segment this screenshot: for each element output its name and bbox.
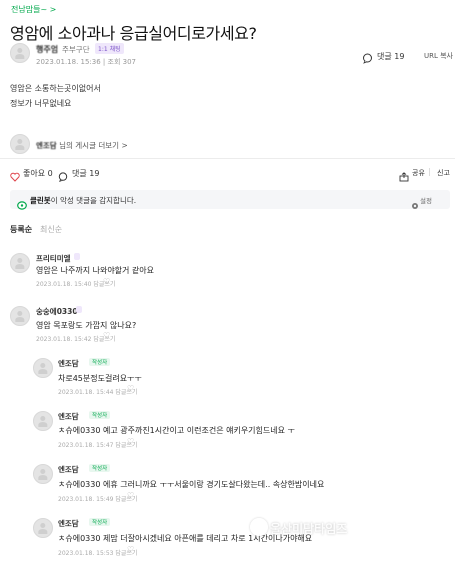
heart-icon xyxy=(10,172,20,182)
commenter-avatar[interactable] xyxy=(33,411,53,431)
cleanbot-label: 클린봇 xyxy=(30,196,51,205)
commenter-name[interactable]: 엔조담 xyxy=(58,518,79,529)
cleanbot-icon xyxy=(17,195,27,214)
commenter-name[interactable]: 숭숭에0330 xyxy=(36,306,78,317)
cleanbot-text: 클린봇이 악성 댓글을 감지합니다. xyxy=(30,195,136,206)
commenter-avatar[interactable] xyxy=(10,253,30,273)
author-tag: 작성자 xyxy=(89,464,111,472)
chat-button[interactable]: 1:1 채팅 xyxy=(95,43,124,54)
comment-like-heart-icon[interactable]: ♡ xyxy=(127,384,134,393)
comment-like-heart-icon[interactable]: ♡ xyxy=(103,331,110,340)
level-badge xyxy=(74,253,80,260)
author-tag: 작성자 xyxy=(89,411,111,419)
comment-text: 영암 목포랑도 가깝지 않나요? xyxy=(36,321,137,330)
comments-label[interactable]: 댓글 19 xyxy=(72,168,99,179)
commenter-name[interactable]: 엔조담 xyxy=(58,358,79,369)
sort-latest[interactable]: 최신순 xyxy=(40,224,62,235)
report-button[interactable]: 신고 xyxy=(437,168,450,178)
author-tag: 작성자 xyxy=(89,358,111,366)
url-copy-button[interactable]: URL 복사 xyxy=(424,51,453,61)
commenter-avatar[interactable] xyxy=(33,358,53,378)
comment-text: ㅊ슈에0330 에휴 그러니까요 ㅜㅜ서울이랑 경기도살다왔는데.. 속상한밤이… xyxy=(58,480,325,489)
sort-registered[interactable]: 등록순 xyxy=(10,224,32,235)
speech-bubble-icon xyxy=(58,172,68,183)
watermark-logo xyxy=(250,518,268,536)
comment-count-label[interactable]: 댓글 19 xyxy=(377,51,404,62)
commenter-avatar[interactable] xyxy=(33,464,53,484)
cleanbot-settings-button[interactable]: 설정 xyxy=(420,195,432,205)
comment-like-heart-icon[interactable]: ♡ xyxy=(127,437,134,446)
comment-like-heart-icon[interactable]: ♡ xyxy=(103,277,110,286)
divider xyxy=(0,158,455,159)
comment-text: 차로45분정도걸려요ㅜㅜ xyxy=(58,374,142,383)
watermark-text: 울산미담타임즈 xyxy=(270,522,348,536)
post-meta: 2023.01.18. 15:36 | 조회 307 xyxy=(36,58,136,66)
author-tag: 작성자 xyxy=(89,518,111,526)
post-title: 영암에 소아과나 응급실어디로가세요? xyxy=(10,24,257,43)
like-label[interactable]: 좋아요 0 xyxy=(23,168,53,179)
comment-like-heart-icon[interactable]: ♡ xyxy=(127,545,134,554)
commenter-name[interactable]: 엔조담 xyxy=(58,464,79,475)
post-body-line: 정보가 너무없네요 xyxy=(10,99,72,108)
gear-icon[interactable] xyxy=(411,195,419,214)
commenter-avatar[interactable] xyxy=(10,306,30,326)
breadcrumb[interactable]: 전남맘들~ > xyxy=(11,4,56,15)
commenter-name[interactable]: 엔조담 xyxy=(58,411,79,422)
more-posts-link[interactable]: 엔조담 님의 게시글 더보기 > xyxy=(36,140,128,151)
like-button[interactable] xyxy=(10,167,20,186)
comment-date: 2023.01.18. 15:53 답글쓰기 xyxy=(58,550,138,557)
comment-text: 영암은 나주까지 나와야할거 같아요 xyxy=(36,266,155,275)
comment-count-top[interactable] xyxy=(362,49,373,68)
author-grade: 주부구단 xyxy=(62,45,90,54)
level-badge xyxy=(76,306,82,313)
more-posts-suffix: 님의 게시글 더보기 > xyxy=(59,141,128,150)
cleanbot-description: 이 악성 댓글을 감지합니다. xyxy=(50,196,137,205)
author-name[interactable]: 행주엄 xyxy=(36,44,58,55)
comment-date: 2023.01.18. 15:47 답글쓰기 xyxy=(58,442,138,449)
comment-date: 2023.01.18. 15:49 답글쓰기 xyxy=(58,496,138,503)
commenter-name[interactable]: 프리티미엘 xyxy=(36,253,71,264)
more-posts-avatar[interactable] xyxy=(10,134,30,154)
share-icon[interactable] xyxy=(399,167,409,186)
speech-bubble-icon xyxy=(363,53,372,64)
share-button[interactable]: 공유 xyxy=(412,168,425,178)
comment-text: ㅊ슈에0330 예고 광주까진1시간이고 이런조건은 얘키우기힘드네요 ㅜ xyxy=(58,426,295,435)
more-posts-name: 엔조담 xyxy=(36,141,57,150)
separator xyxy=(429,168,430,176)
author-avatar[interactable] xyxy=(10,43,30,63)
comment-date: 2023.01.18. 15:44 답글쓰기 xyxy=(58,389,138,396)
comment-like-heart-icon[interactable]: ♡ xyxy=(127,491,134,500)
comments-button[interactable] xyxy=(58,167,68,186)
commenter-avatar[interactable] xyxy=(33,518,53,538)
post-body-line: 영암은 소통하는곳이없어서 xyxy=(10,84,101,93)
